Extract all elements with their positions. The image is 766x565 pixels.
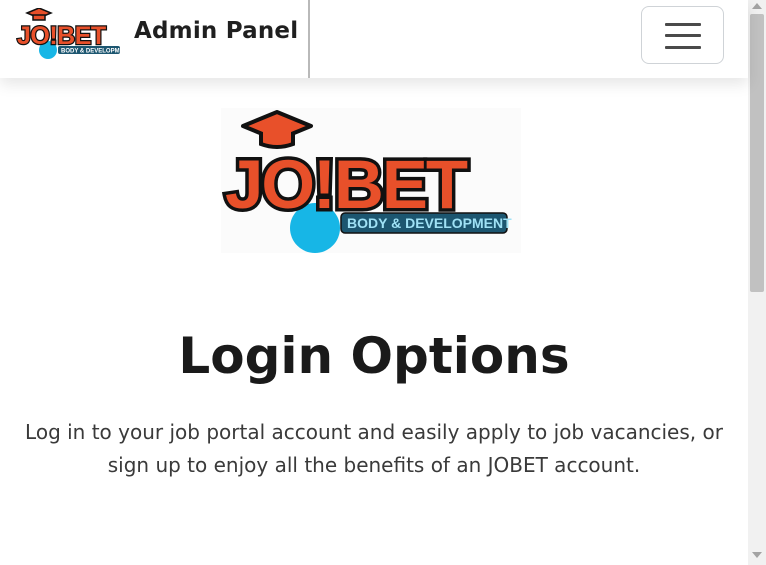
navbar-divider [308, 0, 310, 78]
hamburger-menu-icon [665, 23, 701, 26]
hamburger-menu-icon-bar [665, 46, 701, 49]
svg-text:BODY & DEVELOPMENT: BODY & DEVELOPMENT [347, 215, 512, 231]
navbar: JO!BET BODY & DEVELOPMENT Admin Panel [0, 0, 748, 78]
hamburger-menu-icon-bar [665, 34, 701, 37]
page-description: Log in to your job portal account and ea… [25, 420, 723, 477]
brand-title: Admin Panel [134, 18, 299, 44]
scroll-down-arrow-icon[interactable] [752, 552, 762, 558]
scroll-up-arrow-icon[interactable] [752, 3, 762, 9]
hero-logo: JO!BET BODY & DEVELOPMENT [221, 108, 521, 253]
page-title: Login Options [178, 327, 570, 385]
svg-text:JO!BET: JO!BET [17, 22, 106, 50]
brand-logo[interactable]: JO!BET BODY & DEVELOPMENT [15, 7, 132, 60]
hamburger-menu-button[interactable] [641, 6, 724, 64]
svg-text:BODY & DEVELOPMENT: BODY & DEVELOPMENT [61, 49, 123, 55]
svg-text:JO!BET: JO!BET [225, 146, 468, 223]
scrollbar[interactable] [748, 0, 766, 565]
scroll-thumb[interactable] [750, 14, 764, 292]
